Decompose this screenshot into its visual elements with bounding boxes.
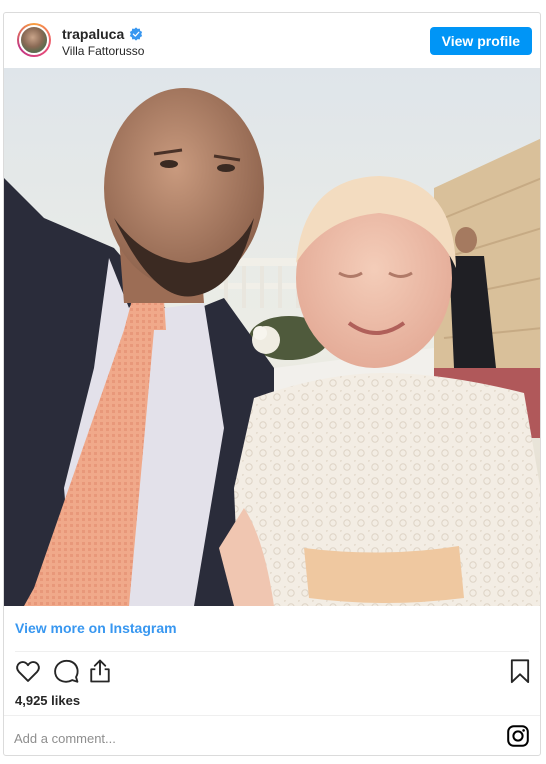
comment-bubble-icon[interactable] [52, 657, 80, 685]
instagram-embed-card: trapaluca Villa Fattorusso View profile [3, 12, 541, 756]
heart-icon[interactable] [14, 657, 42, 685]
avatar-ring[interactable] [17, 23, 51, 57]
username-row: trapaluca [62, 26, 143, 42]
view-profile-button[interactable]: View profile [429, 27, 532, 55]
instagram-logo-icon[interactable] [506, 724, 530, 748]
post-photo-illustration [4, 68, 540, 606]
share-icon[interactable] [86, 657, 114, 685]
action-bar [12, 657, 534, 687]
username-link[interactable]: trapaluca [62, 26, 124, 42]
likes-count[interactable]: 4,925 likes [15, 693, 80, 708]
post-photo[interactable] [4, 68, 540, 606]
view-more-on-instagram-link[interactable]: View more on Instagram [15, 620, 177, 636]
post-header: trapaluca Villa Fattorusso View profile [4, 13, 540, 69]
verified-badge-icon [130, 27, 143, 41]
add-comment-link[interactable]: Add a comment... [14, 731, 116, 746]
location-link[interactable]: Villa Fattorusso [62, 44, 144, 58]
divider [15, 651, 529, 652]
divider [4, 715, 540, 716]
bookmark-icon[interactable] [506, 657, 534, 685]
avatar[interactable] [19, 25, 49, 55]
